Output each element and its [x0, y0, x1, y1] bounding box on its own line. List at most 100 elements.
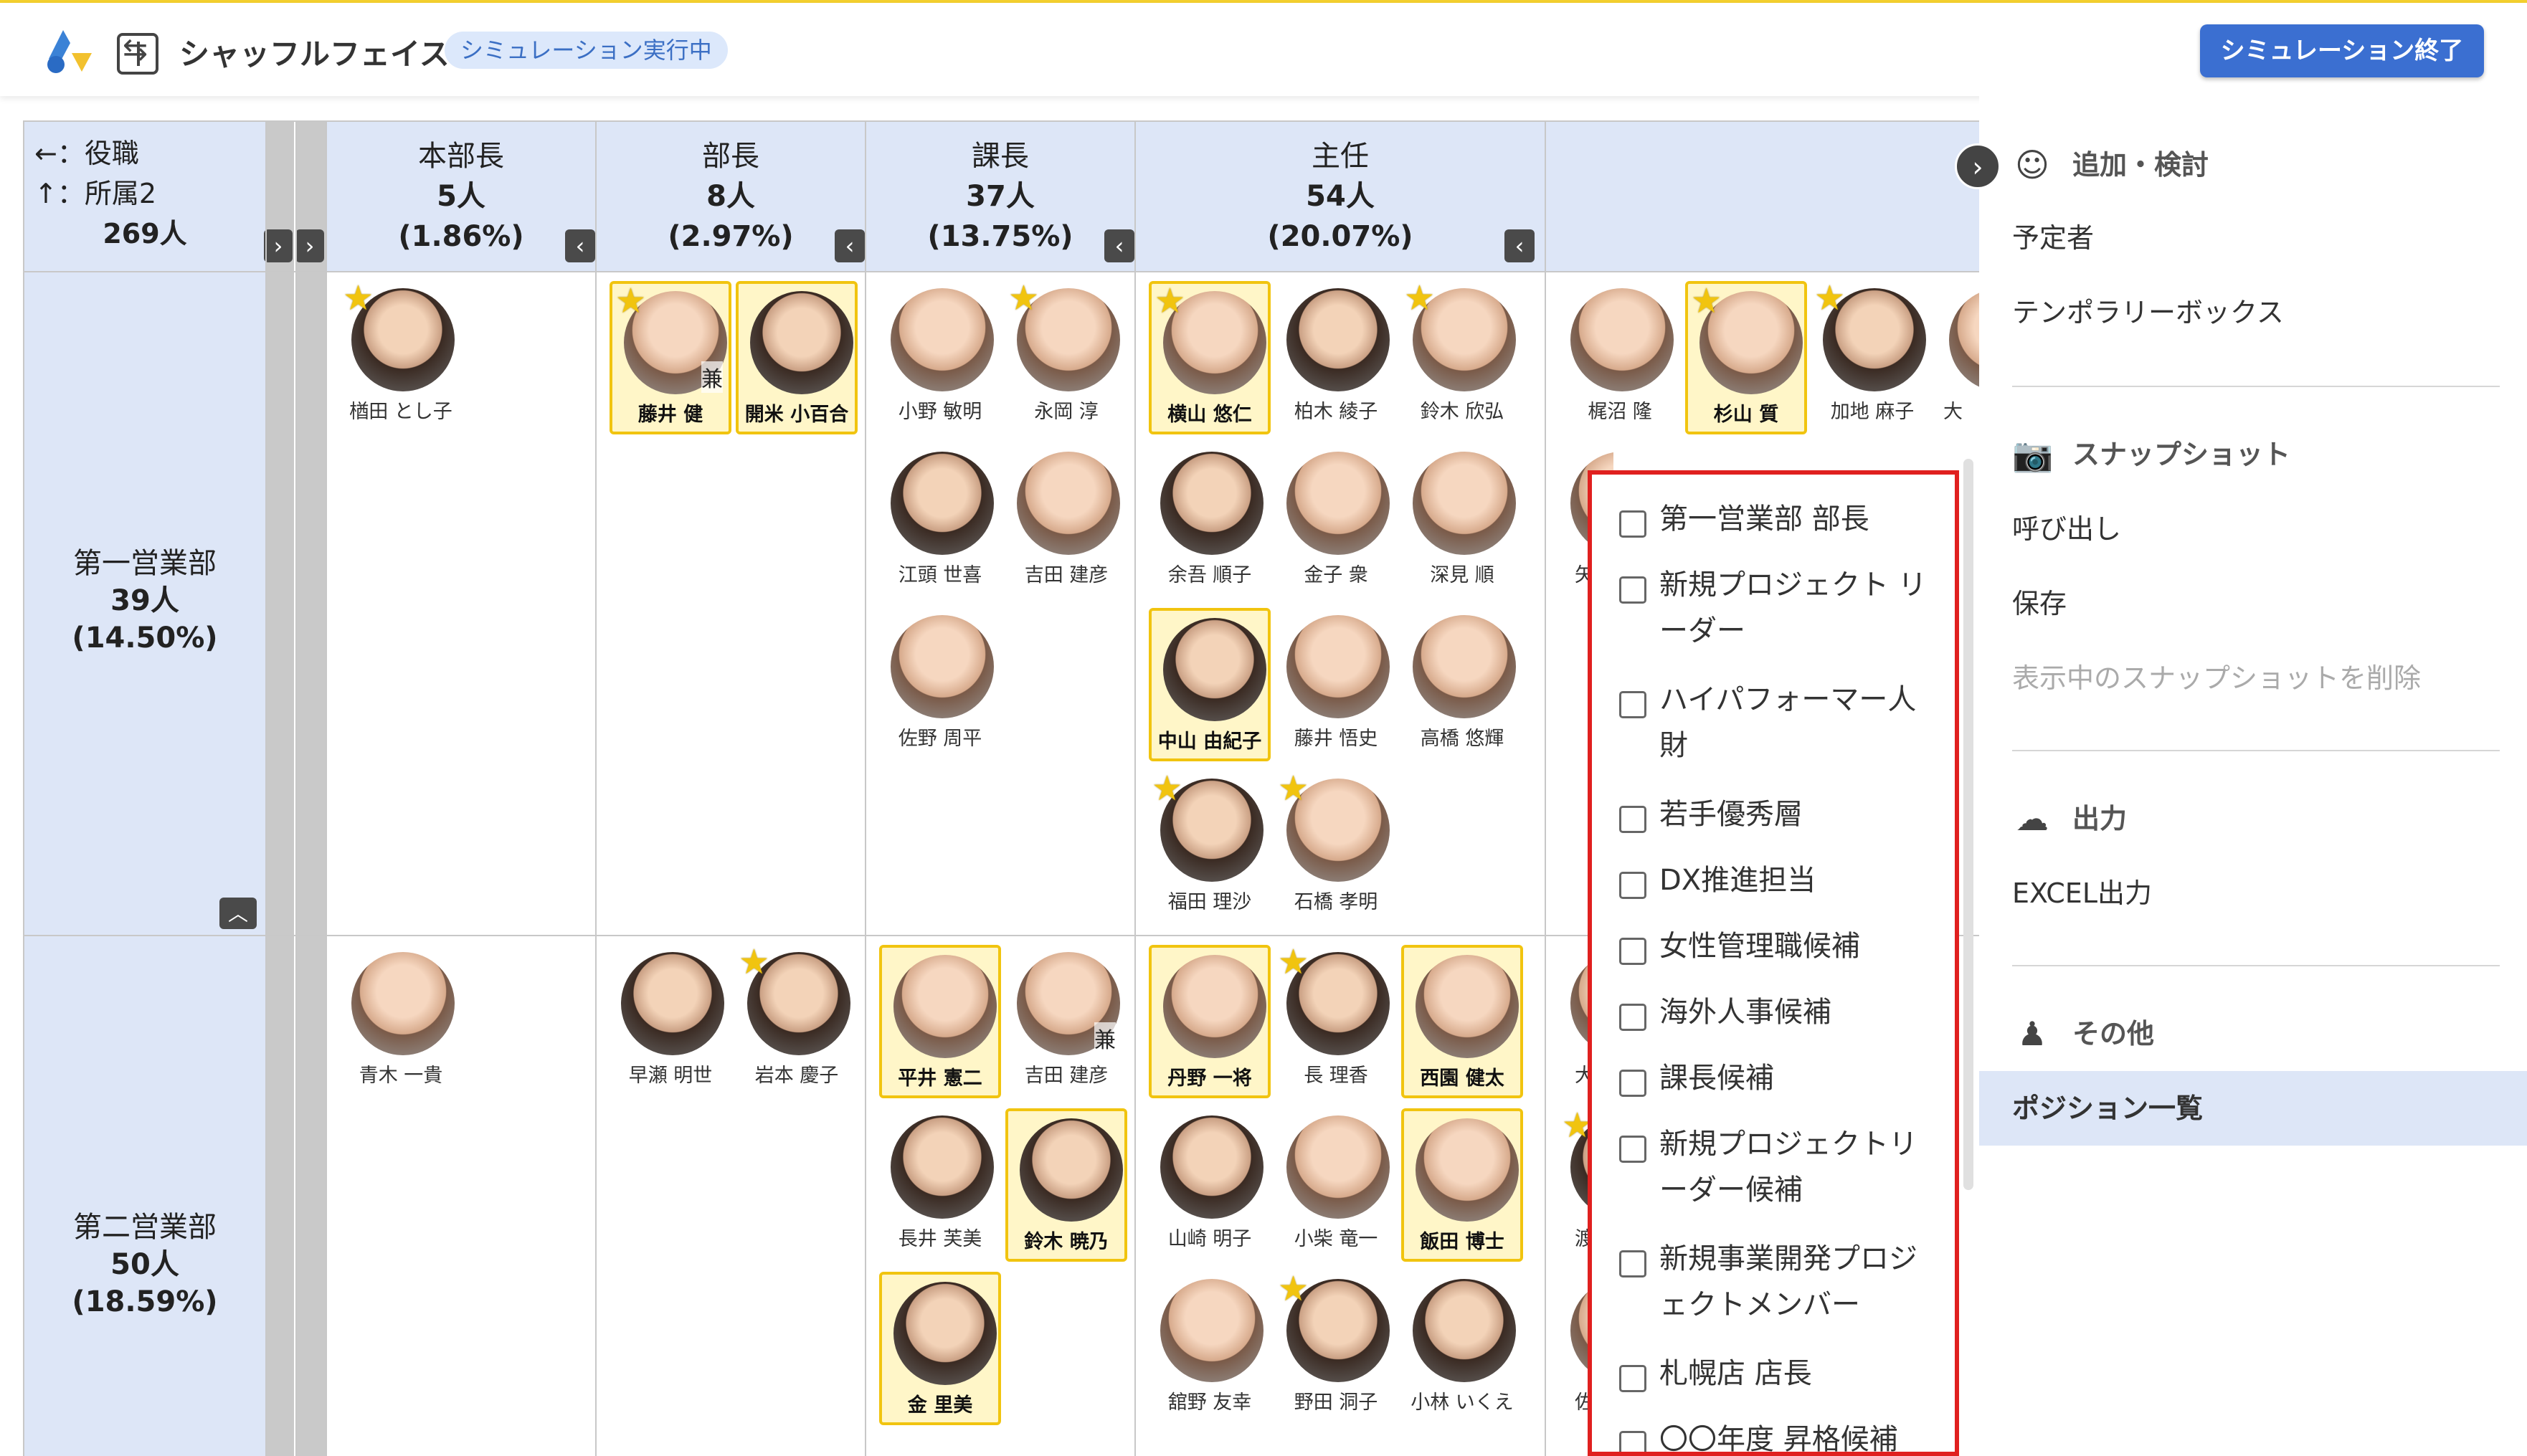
- checkbox[interactable]: [1619, 1250, 1646, 1277]
- person-card[interactable]: 開米 小百合: [736, 281, 858, 434]
- person-card[interactable]: 高橋 悠輝: [1401, 608, 1523, 761]
- person-card[interactable]: 柏木 綾子: [1275, 281, 1397, 434]
- person-card[interactable]: ★ 鈴木 欣弘: [1401, 281, 1523, 434]
- collapse-column-button[interactable]: ‹: [835, 229, 865, 262]
- person-card[interactable]: 舘野 友幸: [1149, 1272, 1271, 1425]
- person-card[interactable]: ★ 野田 洞子: [1275, 1272, 1397, 1425]
- checkbox[interactable]: [1619, 691, 1646, 718]
- person-card[interactable]: 西園 健太: [1401, 945, 1523, 1098]
- checkbox[interactable]: [1619, 1365, 1646, 1392]
- person-card[interactable]: ★ 永岡 淳: [1005, 281, 1127, 434]
- person-card[interactable]: 小柴 竜一: [1275, 1108, 1397, 1262]
- person-card[interactable]: 藤井 悟史: [1275, 608, 1397, 761]
- person-card[interactable]: 金子 衆: [1275, 444, 1397, 598]
- tag-option[interactable]: 若手優秀層: [1619, 791, 1935, 837]
- person-card[interactable]: 深見 順: [1401, 444, 1523, 598]
- sidebar-item-excel-export[interactable]: EXCEL出力: [2012, 872, 2152, 915]
- tag-option[interactable]: 新規事業開発プロジェクトメンバー: [1619, 1236, 1935, 1328]
- checkbox[interactable]: [1619, 510, 1646, 538]
- tag-option[interactable]: DX推進担当: [1619, 857, 1935, 903]
- section-other: ♟ その他: [2012, 1012, 2154, 1055]
- person-card[interactable]: 小林 いくえ: [1401, 1272, 1523, 1425]
- row-pct: (14.50%): [72, 622, 218, 655]
- person-card[interactable]: 早瀬 明世: [610, 945, 731, 1098]
- row-count: 50人: [110, 1248, 179, 1281]
- person-card[interactable]: 吉田 建彦: [1005, 444, 1127, 598]
- checkbox[interactable]: [1619, 872, 1646, 899]
- checkbox[interactable]: [1619, 1136, 1646, 1163]
- person-card[interactable]: 梶沼 隆: [1559, 281, 1681, 434]
- person-name: 舘野 友幸: [1167, 1391, 1252, 1414]
- person-card[interactable]: 大: [1938, 281, 1979, 434]
- shuffle-icon[interactable]: [117, 32, 158, 75]
- checkbox[interactable]: [1619, 1004, 1646, 1031]
- person-name: 柏木 綾子: [1294, 401, 1378, 423]
- person-card[interactable]: 平井 憲二: [879, 945, 1001, 1098]
- concurrent-mark: 兼: [701, 361, 723, 393]
- star-icon: ★: [1008, 278, 1040, 318]
- collapse-column-button[interactable]: ‹: [1504, 229, 1535, 262]
- person-card[interactable]: ★ 横山 悠仁: [1149, 281, 1271, 434]
- tag-option[interactable]: ハイパフォーマー人財: [1619, 677, 1935, 769]
- checkbox[interactable]: [1619, 938, 1646, 965]
- person-card[interactable]: ★ 杉山 質: [1685, 281, 1807, 434]
- collapse-column-button[interactable]: ‹: [1104, 229, 1134, 262]
- checkbox[interactable]: [1619, 576, 1646, 604]
- person-photo: [891, 615, 994, 718]
- collapse-column-button[interactable]: ‹: [565, 229, 595, 262]
- person-photo: [1413, 615, 1516, 718]
- person-card[interactable]: ★ 石橋 孝明: [1275, 771, 1397, 925]
- person-name: 平井 憲二: [898, 1067, 982, 1090]
- collapse-row-button[interactable]: ︿: [219, 898, 257, 929]
- person-card[interactable]: 山崎 明子: [1149, 1108, 1271, 1262]
- checkbox[interactable]: [1619, 806, 1646, 833]
- person-card[interactable]: 青木 一貴: [340, 945, 462, 1098]
- person-card[interactable]: 飯田 博士: [1401, 1108, 1523, 1262]
- sidebar-item-yoteisha[interactable]: 予定者: [2012, 217, 2094, 260]
- tag-option[interactable]: 女性管理職候補: [1619, 923, 1935, 969]
- person-name: 飯田 博士: [1420, 1231, 1504, 1253]
- person-card[interactable]: ★ 福田 理沙: [1149, 771, 1271, 925]
- tag-option[interactable]: 新規プロジェクト リーダー: [1619, 562, 1935, 654]
- person-card[interactable]: 兼吉田 建彦: [1005, 945, 1127, 1098]
- person-card[interactable]: 江頭 世喜: [879, 444, 1001, 598]
- tag-option[interactable]: 海外人事候補: [1619, 989, 1935, 1035]
- checkbox[interactable]: [1619, 1070, 1646, 1097]
- sidebar-item-position-list[interactable]: ポジション一覧: [2012, 1087, 2203, 1130]
- tag-option[interactable]: 新規プロジェクトリーダー候補: [1619, 1121, 1935, 1213]
- tag-option[interactable]: 〇〇年度 昇格候補: [1619, 1417, 1935, 1452]
- grid-scrollbar[interactable]: [1963, 459, 1973, 1190]
- person-card[interactable]: ★ 楢田 とし子: [340, 281, 462, 434]
- tag-option[interactable]: 第一営業部 部長: [1619, 496, 1935, 542]
- column-title: 主任: [1312, 140, 1369, 173]
- person-name: 永岡 淳: [1034, 401, 1099, 423]
- person-card[interactable]: 長井 芙美: [879, 1108, 1001, 1262]
- sidebar-item-save[interactable]: 保存: [2012, 582, 2067, 625]
- star-icon: ★: [1691, 281, 1722, 321]
- checkbox[interactable]: [1619, 1431, 1646, 1452]
- person-card[interactable]: ★ 長 理香: [1275, 945, 1397, 1098]
- sidebar-item-temporary-box[interactable]: テンポラリーボックス: [2012, 291, 2284, 334]
- person-card[interactable]: 金 里美: [879, 1272, 1001, 1425]
- person-card[interactable]: 余吾 順子: [1149, 444, 1271, 598]
- person-card[interactable]: 小野 敏明: [879, 281, 1001, 434]
- person-name: 石橋 孝明: [1294, 891, 1378, 913]
- person-card[interactable]: 佐野 周平: [879, 608, 1001, 761]
- person-card[interactable]: ★ 岩本 慶子: [736, 945, 858, 1098]
- person-card[interactable]: 鈴木 暁乃: [1005, 1108, 1127, 1262]
- sidebar-toggle-icon[interactable]: ›: [1955, 143, 2001, 189]
- person-card[interactable]: ★ 加地 麻子: [1811, 281, 1933, 434]
- end-simulation-button[interactable]: シミュレーション終了: [2200, 24, 2484, 77]
- expand-column-button[interactable]: ›: [295, 229, 324, 262]
- person-photo: [1020, 1118, 1123, 1222]
- column-pct: (1.86%): [398, 220, 524, 253]
- person-name: 横山 悠仁: [1167, 404, 1252, 426]
- person-card[interactable]: ★ 兼藤井 健: [610, 281, 731, 434]
- sidebar-item-load[interactable]: 呼び出し: [2012, 508, 2121, 551]
- expand-column-button[interactable]: ›: [264, 229, 293, 262]
- tag-option[interactable]: 課長候補: [1619, 1055, 1935, 1101]
- person-photo: [1570, 288, 1674, 391]
- tag-option[interactable]: 札幌店 店長: [1619, 1351, 1935, 1396]
- person-card[interactable]: 丹野 一将: [1149, 945, 1271, 1098]
- person-card[interactable]: 中山 由紀子: [1149, 608, 1271, 761]
